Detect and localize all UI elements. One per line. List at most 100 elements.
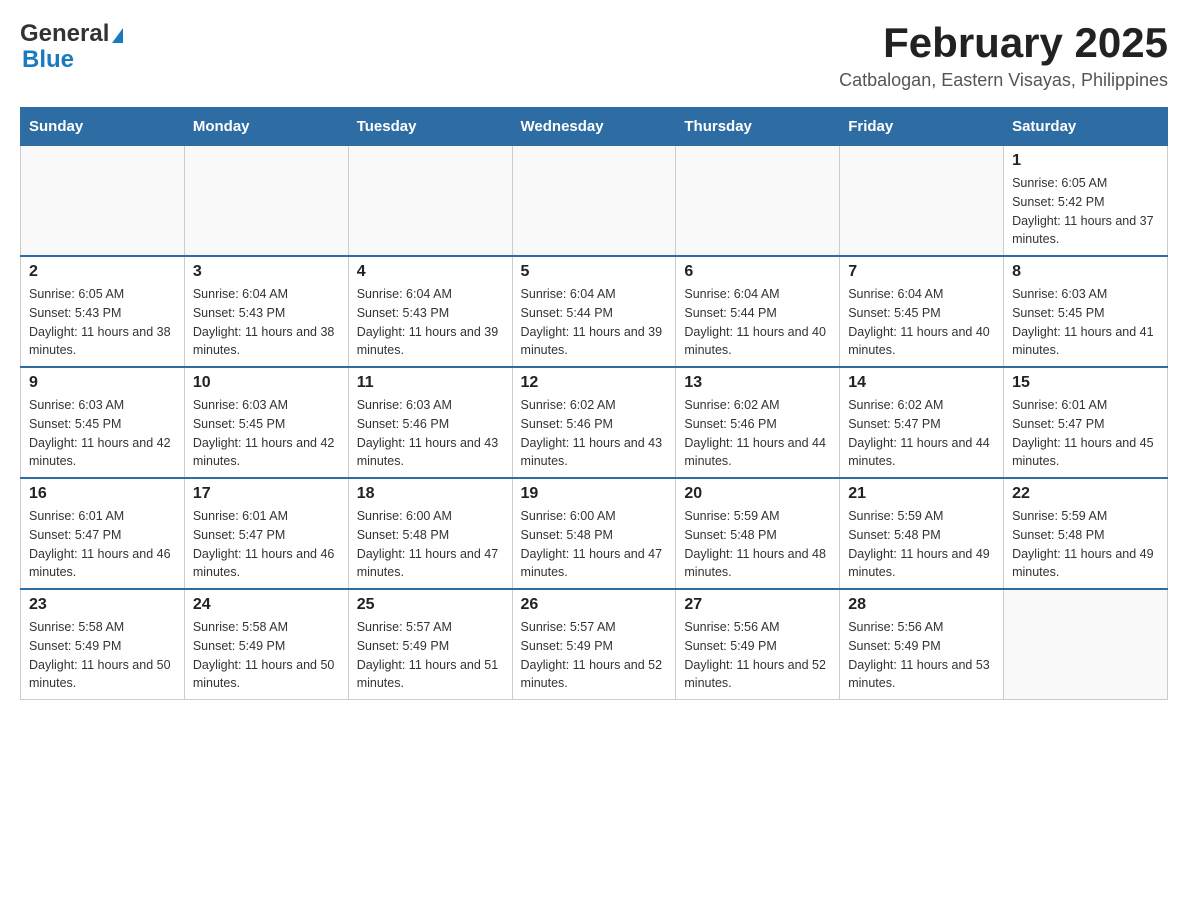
day-info-21: Sunrise: 5:59 AM Sunset: 5:48 PM Dayligh… <box>848 507 995 582</box>
day-cell-w1-d6: 8 Sunrise: 6:03 AM Sunset: 5:45 PM Daylig… <box>1004 256 1168 367</box>
header-saturday: Saturday <box>1004 108 1168 146</box>
day-info-5: Sunrise: 6:04 AM Sunset: 5:44 PM Dayligh… <box>521 285 668 360</box>
day-number-27: 27 <box>684 596 831 614</box>
day-cell-w2-d2: 11Sunrise: 6:03 AM Sunset: 5:46 PM Dayli… <box>348 367 512 478</box>
day-cell-w4-d5: 28 Sunrise: 5:56 AM Sunset: 5:49 PM Dayli… <box>840 589 1004 700</box>
day-info-28: Sunrise: 5:56 AM Sunset: 5:49 PM Dayligh… <box>848 618 995 693</box>
header-thursday: Thursday <box>676 108 840 146</box>
day-number-8: 8 <box>1012 263 1159 281</box>
day-cell-w4-d1: 24Sunrise: 5:58 AM Sunset: 5:49 PM Dayli… <box>184 589 348 700</box>
day-number-24: 24 <box>193 596 340 614</box>
day-cell-w3-d1: 17Sunrise: 6:01 AM Sunset: 5:47 PM Dayli… <box>184 478 348 589</box>
day-cell-w1-d1: 3 Sunrise: 6:04 AM Sunset: 5:43 PM Daylig… <box>184 256 348 367</box>
day-number-13: 13 <box>684 374 831 392</box>
day-cell-w1-d2: 4 Sunrise: 6:04 AM Sunset: 5:43 PM Daylig… <box>348 256 512 367</box>
page-header: General Blue February 2025 Catbalogan, E… <box>20 20 1168 91</box>
day-cell-w1-d3: 5 Sunrise: 6:04 AM Sunset: 5:44 PM Daylig… <box>512 256 676 367</box>
week-row-0: 1 Sunrise: 6:05 AM Sunset: 5:42 PM Daylig… <box>21 146 1168 257</box>
day-info-3: Sunrise: 6:04 AM Sunset: 5:43 PM Dayligh… <box>193 285 340 360</box>
day-info-23: Sunrise: 5:58 AM Sunset: 5:49 PM Dayligh… <box>29 618 176 693</box>
day-cell-w2-d0: 9 Sunrise: 6:03 AM Sunset: 5:45 PM Daylig… <box>21 367 185 478</box>
day-info-25: Sunrise: 5:57 AM Sunset: 5:49 PM Dayligh… <box>357 618 504 693</box>
day-number-11: 11 <box>357 374 504 392</box>
day-cell-w3-d5: 21 Sunrise: 5:59 AM Sunset: 5:48 PM Dayli… <box>840 478 1004 589</box>
day-info-4: Sunrise: 6:04 AM Sunset: 5:43 PM Dayligh… <box>357 285 504 360</box>
month-title: February 2025 <box>839 20 1168 66</box>
day-number-19: 19 <box>521 485 668 503</box>
day-number-17: 17 <box>193 485 340 503</box>
day-cell-w1-d5: 7 Sunrise: 6:04 AM Sunset: 5:45 PM Daylig… <box>840 256 1004 367</box>
header-tuesday: Tuesday <box>348 108 512 146</box>
day-cell-w0-d2 <box>348 146 512 257</box>
week-row-1: 2 Sunrise: 6:05 AM Sunset: 5:43 PM Daylig… <box>21 256 1168 367</box>
week-row-2: 9 Sunrise: 6:03 AM Sunset: 5:45 PM Daylig… <box>21 367 1168 478</box>
day-cell-w0-d6: 1 Sunrise: 6:05 AM Sunset: 5:42 PM Daylig… <box>1004 146 1168 257</box>
day-info-16: Sunrise: 6:01 AM Sunset: 5:47 PM Dayligh… <box>29 507 176 582</box>
day-number-5: 5 <box>521 263 668 281</box>
day-cell-w0-d3 <box>512 146 676 257</box>
day-number-7: 7 <box>848 263 995 281</box>
header-friday: Friday <box>840 108 1004 146</box>
day-cell-w1-d0: 2 Sunrise: 6:05 AM Sunset: 5:43 PM Daylig… <box>21 256 185 367</box>
day-number-20: 20 <box>684 485 831 503</box>
day-cell-w3-d4: 20 Sunrise: 5:59 AM Sunset: 5:48 PM Dayli… <box>676 478 840 589</box>
day-info-20: Sunrise: 5:59 AM Sunset: 5:48 PM Dayligh… <box>684 507 831 582</box>
day-info-18: Sunrise: 6:00 AM Sunset: 5:48 PM Dayligh… <box>357 507 504 582</box>
day-info-1: Sunrise: 6:05 AM Sunset: 5:42 PM Dayligh… <box>1012 174 1159 249</box>
day-info-2: Sunrise: 6:05 AM Sunset: 5:43 PM Dayligh… <box>29 285 176 360</box>
day-number-22: 22 <box>1012 485 1159 503</box>
day-info-12: Sunrise: 6:02 AM Sunset: 5:46 PM Dayligh… <box>521 396 668 471</box>
day-cell-w4-d3: 26Sunrise: 5:57 AM Sunset: 5:49 PM Dayli… <box>512 589 676 700</box>
day-number-25: 25 <box>357 596 504 614</box>
week-row-3: 16 Sunrise: 6:01 AM Sunset: 5:47 PM Dayli… <box>21 478 1168 589</box>
day-cell-w0-d5 <box>840 146 1004 257</box>
logo-general-text: General <box>20 20 109 48</box>
day-number-9: 9 <box>29 374 176 392</box>
day-number-28: 28 <box>848 596 995 614</box>
day-info-22: Sunrise: 5:59 AM Sunset: 5:48 PM Dayligh… <box>1012 507 1159 582</box>
day-number-18: 18 <box>357 485 504 503</box>
day-info-14: Sunrise: 6:02 AM Sunset: 5:47 PM Dayligh… <box>848 396 995 471</box>
day-cell-w2-d5: 14 Sunrise: 6:02 AM Sunset: 5:47 PM Dayli… <box>840 367 1004 478</box>
day-number-21: 21 <box>848 485 995 503</box>
day-cell-w0-d1 <box>184 146 348 257</box>
title-area: February 2025 Catbalogan, Eastern Visaya… <box>839 20 1168 91</box>
day-number-3: 3 <box>193 263 340 281</box>
day-number-4: 4 <box>357 263 504 281</box>
location-subtitle: Catbalogan, Eastern Visayas, Philippines <box>839 70 1168 91</box>
calendar-header-row: SundayMondayTuesdayWednesdayThursdayFrid… <box>21 108 1168 146</box>
day-info-15: Sunrise: 6:01 AM Sunset: 5:47 PM Dayligh… <box>1012 396 1159 471</box>
day-info-19: Sunrise: 6:00 AM Sunset: 5:48 PM Dayligh… <box>521 507 668 582</box>
day-number-6: 6 <box>684 263 831 281</box>
day-info-13: Sunrise: 6:02 AM Sunset: 5:46 PM Dayligh… <box>684 396 831 471</box>
day-number-1: 1 <box>1012 152 1159 170</box>
day-cell-w4-d0: 23 Sunrise: 5:58 AM Sunset: 5:49 PM Dayli… <box>21 589 185 700</box>
header-wednesday: Wednesday <box>512 108 676 146</box>
day-cell-w0-d0 <box>21 146 185 257</box>
logo-blue-text: Blue <box>22 46 74 74</box>
day-cell-w4-d6 <box>1004 589 1168 700</box>
week-row-4: 23 Sunrise: 5:58 AM Sunset: 5:49 PM Dayli… <box>21 589 1168 700</box>
day-number-2: 2 <box>29 263 176 281</box>
day-cell-w2-d4: 13 Sunrise: 6:02 AM Sunset: 5:46 PM Dayli… <box>676 367 840 478</box>
day-number-12: 12 <box>521 374 668 392</box>
day-cell-w3-d3: 19 Sunrise: 6:00 AM Sunset: 5:48 PM Dayli… <box>512 478 676 589</box>
day-cell-w4-d2: 25 Sunrise: 5:57 AM Sunset: 5:49 PM Dayli… <box>348 589 512 700</box>
day-cell-w3-d2: 18 Sunrise: 6:00 AM Sunset: 5:48 PM Dayli… <box>348 478 512 589</box>
day-cell-w1-d4: 6Sunrise: 6:04 AM Sunset: 5:44 PM Daylig… <box>676 256 840 367</box>
day-cell-w2-d3: 12 Sunrise: 6:02 AM Sunset: 5:46 PM Dayli… <box>512 367 676 478</box>
day-number-10: 10 <box>193 374 340 392</box>
day-cell-w3-d0: 16 Sunrise: 6:01 AM Sunset: 5:47 PM Dayli… <box>21 478 185 589</box>
day-info-7: Sunrise: 6:04 AM Sunset: 5:45 PM Dayligh… <box>848 285 995 360</box>
day-info-27: Sunrise: 5:56 AM Sunset: 5:49 PM Dayligh… <box>684 618 831 693</box>
logo-triangle-icon <box>112 28 123 43</box>
day-info-9: Sunrise: 6:03 AM Sunset: 5:45 PM Dayligh… <box>29 396 176 471</box>
day-number-16: 16 <box>29 485 176 503</box>
day-info-10: Sunrise: 6:03 AM Sunset: 5:45 PM Dayligh… <box>193 396 340 471</box>
calendar-table: SundayMondayTuesdayWednesdayThursdayFrid… <box>20 107 1168 700</box>
day-cell-w0-d4 <box>676 146 840 257</box>
header-sunday: Sunday <box>21 108 185 146</box>
day-number-14: 14 <box>848 374 995 392</box>
day-number-23: 23 <box>29 596 176 614</box>
day-info-8: Sunrise: 6:03 AM Sunset: 5:45 PM Dayligh… <box>1012 285 1159 360</box>
